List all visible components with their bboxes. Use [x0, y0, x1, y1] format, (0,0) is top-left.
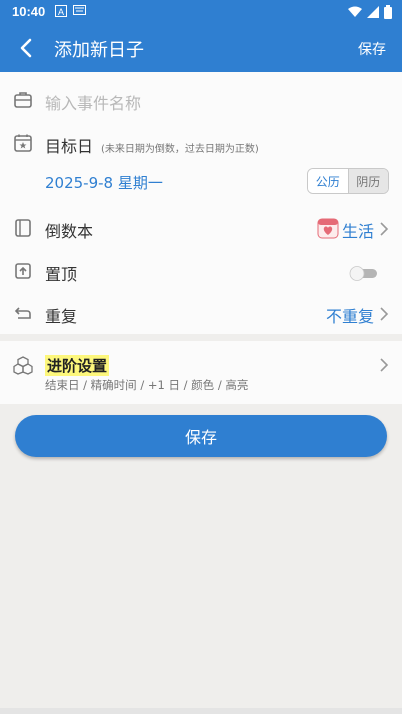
solar-calendar-option[interactable]: 公历	[308, 169, 348, 193]
event-form: 输入事件名称 目标日 (未来日期为倒数，过去日期为正数) 2025-9-8 星期一…	[0, 72, 402, 334]
chevron-right-icon	[380, 358, 389, 372]
svg-text:A: A	[58, 7, 64, 17]
boxes-icon	[13, 356, 33, 375]
status-bar: 10:40 A	[0, 0, 402, 24]
battery-icon	[384, 5, 392, 19]
pin-toggle[interactable]	[348, 264, 378, 282]
book-icon	[15, 219, 31, 237]
chevron-right-icon	[380, 222, 389, 236]
repeat-value: 不重复	[325, 307, 374, 326]
event-name-row[interactable]: 输入事件名称	[0, 72, 402, 128]
app-bar: 添加新日子 保存	[0, 24, 402, 72]
save-button[interactable]: 保存	[358, 39, 386, 59]
book-label: 倒数本	[45, 222, 94, 241]
event-name-input[interactable]: 输入事件名称	[45, 90, 141, 114]
target-day-row: 目标日 (未来日期为倒数，过去日期为正数)	[0, 128, 402, 158]
status-time: 10:40	[12, 4, 46, 19]
book-row[interactable]: 倒数本 生活	[0, 212, 402, 250]
chevron-right-icon	[380, 307, 389, 321]
pin-row: 置顶	[0, 255, 402, 293]
notification-a-icon: A	[55, 5, 67, 17]
advanced-settings-row[interactable]: 进阶设置 结束日 / 精确时间 / +1 日 / 颜色 / 高亮	[0, 341, 402, 404]
pin-top-icon	[15, 263, 31, 279]
repeat-row[interactable]: 重复 不重复	[0, 297, 402, 335]
page-title: 添加新日子	[54, 40, 144, 61]
back-arrow-icon[interactable]	[16, 37, 38, 59]
advanced-settings-title: 进阶设置	[45, 355, 110, 376]
primary-save-button[interactable]: 保存	[15, 415, 387, 457]
lunar-calendar-option[interactable]: 阴历	[347, 169, 388, 193]
target-day-label: 目标日	[45, 137, 94, 156]
pin-label: 置顶	[45, 265, 78, 284]
life-category-icon	[317, 218, 339, 239]
book-value: 生活	[341, 222, 374, 241]
keyboard-icon	[73, 5, 86, 15]
target-day-hint: (未来日期为倒数，过去日期为正数)	[101, 144, 259, 155]
navigation-bar	[0, 708, 402, 714]
signal-icon	[367, 6, 379, 18]
target-date-value[interactable]: 2025-9-8 星期一	[45, 172, 163, 193]
repeat-icon	[14, 307, 31, 319]
calendar-type-toggle: 公历 阴历	[307, 168, 389, 194]
briefcase-icon	[14, 92, 32, 108]
primary-save-label: 保存	[184, 428, 217, 447]
calendar-icon	[14, 134, 32, 152]
repeat-label: 重复	[45, 307, 78, 326]
wifi-icon	[348, 6, 362, 17]
advanced-settings-subtitle: 结束日 / 精确时间 / +1 日 / 颜色 / 高亮	[45, 378, 249, 392]
